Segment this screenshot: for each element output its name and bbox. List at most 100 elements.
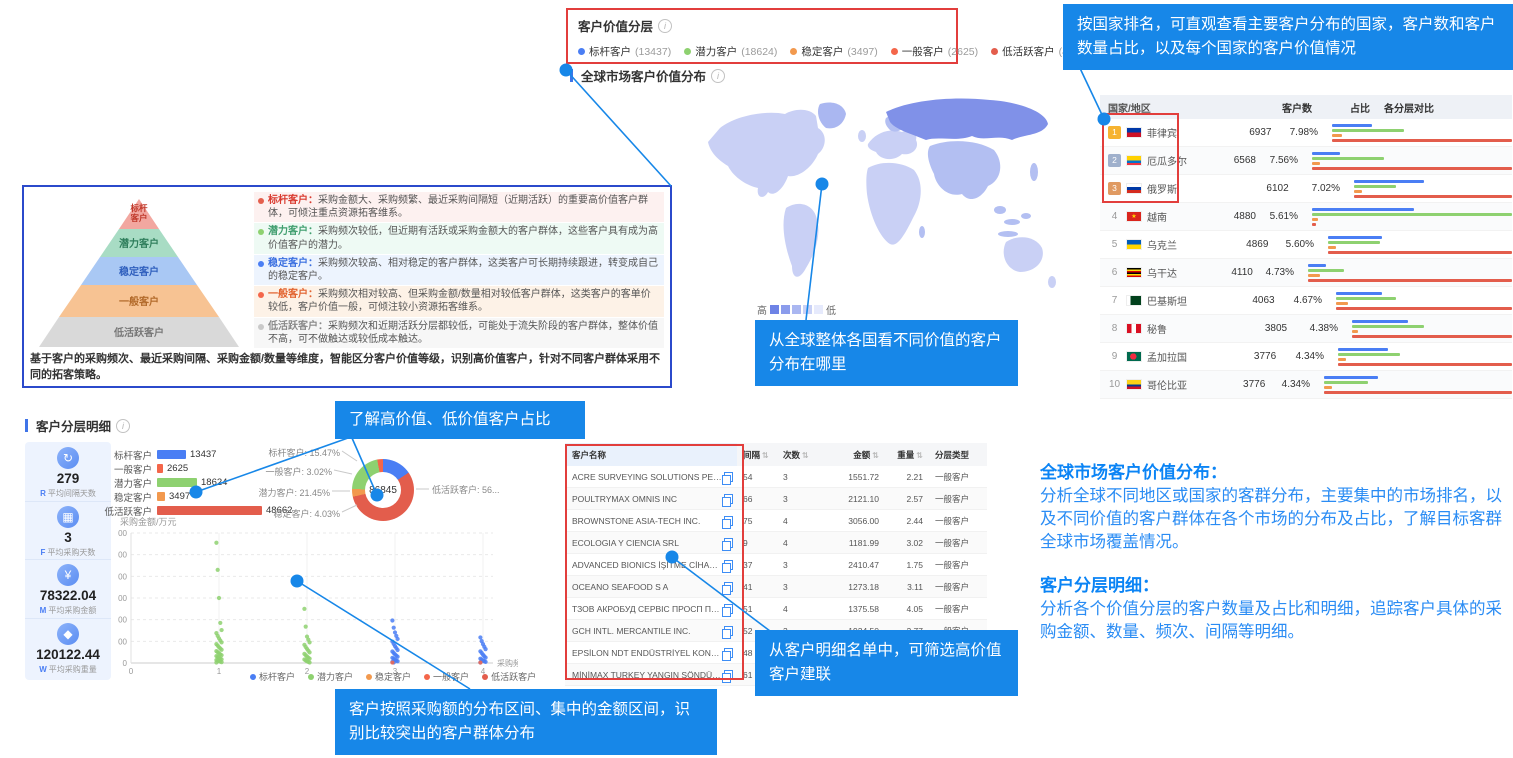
copy-icon[interactable] bbox=[724, 626, 733, 636]
customer-header-次数[interactable]: 次数⇅ bbox=[777, 449, 821, 461]
customer-header-间隔[interactable]: 间隔⇅ bbox=[737, 449, 777, 461]
country-name: 巴基斯坦 bbox=[1147, 293, 1187, 308]
tier-bar bbox=[1336, 302, 1348, 305]
country-row-秘鲁[interactable]: 8秘鲁38054.38% bbox=[1100, 315, 1512, 343]
scatter-legend-潜力客户[interactable]: 潜力客户 bbox=[308, 670, 353, 683]
callout-customer-list: 从客户明细名单中，可筛选高价值客户建联 bbox=[755, 630, 1018, 696]
info-icon[interactable]: i bbox=[711, 69, 725, 83]
info-icon[interactable]: i bbox=[658, 19, 672, 33]
rank-number: 6 bbox=[1108, 267, 1121, 278]
scatter-point-潜力客户[interactable] bbox=[220, 648, 224, 652]
copy-icon[interactable] bbox=[724, 648, 733, 658]
sort-icon[interactable]: ⇅ bbox=[872, 451, 879, 460]
scatter-legend-一般客户[interactable]: 一般客户 bbox=[424, 670, 469, 683]
scatter-point-一般客户[interactable] bbox=[390, 660, 394, 664]
scatter-point-标杆客户[interactable] bbox=[396, 659, 400, 663]
scatter-legend-稳定客户[interactable]: 稳定客户 bbox=[366, 670, 411, 683]
pyramid-layer-label: 低活跃客户 bbox=[113, 326, 164, 339]
legend-item-稳定客户[interactable]: 稳定客户(3497) bbox=[790, 44, 877, 59]
customer-row[interactable]: ADVANCED BIONICS İŞİTME CİHAZLARI TİCARE… bbox=[565, 554, 987, 576]
country-row-厄瓜多尔[interactable]: 2厄瓜多尔65687.56% bbox=[1100, 147, 1512, 175]
copy-icon[interactable] bbox=[724, 582, 733, 592]
customer-row[interactable]: ACRE SURVEYING SOLUTIONS PERU S A C AC54… bbox=[565, 466, 987, 488]
info-icon[interactable]: i bbox=[116, 419, 130, 433]
country-tier-bars bbox=[1318, 122, 1512, 144]
country-row-乌克兰[interactable]: 5乌克兰48695.60% bbox=[1100, 231, 1512, 259]
bar-row-一般客户[interactable]: 一般客户2625 bbox=[95, 462, 385, 475]
customer-times: 4 bbox=[777, 516, 821, 526]
copy-icon[interactable] bbox=[724, 494, 733, 504]
country-customer-count: 4869 bbox=[1220, 239, 1269, 250]
customer-row[interactable]: ТЗОВ АКРОБУД СЕРВІС ПРОСП ПЕРЕМОГИ 91514… bbox=[565, 598, 987, 620]
callout-scatter: 客户按照采购额的分布区间、集中的金额区间，识别比较突出的客户群体分布 bbox=[335, 689, 717, 755]
customer-tier: 一般客户 bbox=[923, 493, 987, 505]
island-madagascar bbox=[919, 226, 925, 238]
scatter-point-潜力客户[interactable] bbox=[308, 640, 312, 644]
country-row-俄罗斯[interactable]: 3俄罗斯61027.02% bbox=[1100, 175, 1512, 203]
copy-icon[interactable] bbox=[724, 538, 733, 548]
customer-name: EPSİLON NDT ENDÜSTRİYEL KONTROL SİSTEMLE… bbox=[572, 648, 722, 658]
map-legend-low-label: 低 bbox=[826, 302, 836, 317]
scatter-point-潜力客户[interactable] bbox=[217, 596, 221, 600]
scatter-point-标杆客户[interactable] bbox=[392, 626, 396, 630]
pyramid-layer-label: 标杆 bbox=[129, 203, 148, 213]
scatter-point-潜力客户[interactable] bbox=[220, 628, 224, 632]
scatter-point-潜力客户[interactable] bbox=[216, 568, 220, 572]
scatter-point-潜力客户[interactable] bbox=[308, 650, 312, 654]
scatter-point-一般客户[interactable] bbox=[478, 660, 482, 664]
copy-icon[interactable] bbox=[724, 604, 733, 614]
map-legend-gradient bbox=[770, 305, 823, 314]
stat-value: 120122.44 bbox=[25, 647, 111, 662]
country-row-越南[interactable]: 4★越南48805.61% bbox=[1100, 203, 1512, 231]
country-row-巴基斯坦[interactable]: 7巴基斯坦40634.67% bbox=[1100, 287, 1512, 315]
scatter-point-潜力客户[interactable] bbox=[220, 640, 224, 644]
legend-item-潜力客户[interactable]: 潜力客户(18624) bbox=[684, 44, 777, 59]
purchase-scatter-plot: 010020030040050060001234采购频次 bbox=[118, 512, 518, 682]
sort-icon[interactable]: ⇅ bbox=[762, 451, 769, 460]
customer-row[interactable]: OCEANO SEAFOOD S A4131273.183.11一般客户 bbox=[565, 576, 987, 598]
customer-row[interactable]: ECOLOGIA Y CIENCIA SRL941181.993.02一般客户 bbox=[565, 532, 987, 554]
customer-header-金额[interactable]: 金额⇅ bbox=[821, 449, 879, 461]
country-row-菲律宾[interactable]: 1菲律宾69377.98% bbox=[1100, 119, 1512, 147]
copy-icon[interactable] bbox=[724, 516, 733, 526]
customer-weight: 2.44 bbox=[879, 516, 923, 526]
scatter-point-潜力客户[interactable] bbox=[304, 625, 308, 629]
bar-row-稳定客户[interactable]: 稳定客户3497 bbox=[95, 490, 385, 503]
customer-row[interactable]: POULTRYMAX OMNIS INC6632121.102.57一般客户 bbox=[565, 488, 987, 510]
copy-icon[interactable] bbox=[724, 472, 733, 482]
pyramid-footer-text: 基于客户的采购频次、最近采购间隔、采购金额/数量等维度，智能区分客户价值等级，识… bbox=[30, 350, 664, 382]
scatter-point-潜力客户[interactable] bbox=[214, 541, 218, 545]
customer-times: 3 bbox=[777, 560, 821, 570]
customer-row[interactable]: BROWNSTONE ASIA-TECH INC.7543056.002.44一… bbox=[565, 510, 987, 532]
customer-header-重量[interactable]: 重量⇅ bbox=[879, 449, 923, 461]
scatter-point-标杆客户[interactable] bbox=[478, 635, 482, 639]
copy-icon[interactable] bbox=[724, 560, 733, 570]
country-row-哥伦比亚[interactable]: 10哥伦比亚37764.34% bbox=[1100, 371, 1512, 399]
scatter-point-标杆客户[interactable] bbox=[396, 648, 400, 652]
country-customer-count: 6937 bbox=[1222, 127, 1272, 138]
sort-icon[interactable]: ⇅ bbox=[802, 451, 809, 460]
scatter-legend-低活跃客户[interactable]: 低活跃客户 bbox=[482, 670, 536, 683]
rank-number: 7 bbox=[1108, 295, 1121, 306]
scatter-point-标杆客户[interactable] bbox=[484, 647, 488, 651]
scatter-point-标杆客户[interactable] bbox=[396, 637, 400, 641]
legend-item-标杆客户[interactable]: 标杆客户(13437) bbox=[578, 44, 671, 59]
scatter-point-潜力客户[interactable] bbox=[220, 660, 224, 664]
scatter-point-标杆客户[interactable] bbox=[390, 618, 394, 622]
bar-row-潜力客户[interactable]: 潜力客户18624 bbox=[95, 476, 385, 489]
country-row-孟加拉国[interactable]: 9孟加拉国37764.34% bbox=[1100, 343, 1512, 371]
scatter-point-潜力客户[interactable] bbox=[308, 660, 312, 664]
tier-description-name: 稳定客户： bbox=[268, 258, 318, 269]
copy-icon[interactable] bbox=[724, 670, 733, 680]
scatter-point-潜力客户[interactable] bbox=[214, 660, 218, 664]
scatter-point-标杆客户[interactable] bbox=[484, 660, 488, 664]
customer-interval: 66 bbox=[737, 494, 777, 504]
scatter-xtick: 1 bbox=[217, 667, 222, 676]
sort-icon[interactable]: ⇅ bbox=[916, 451, 923, 460]
scatter-point-潜力客户[interactable] bbox=[218, 621, 222, 625]
scatter-point-潜力客户[interactable] bbox=[302, 607, 306, 611]
scatter-legend-标杆客户[interactable]: 标杆客户 bbox=[250, 670, 295, 683]
bar-row-标杆客户[interactable]: 标杆客户13437 bbox=[95, 448, 385, 461]
legend-item-一般客户[interactable]: 一般客户(2625) bbox=[891, 44, 978, 59]
country-row-乌干达[interactable]: 6乌干达41104.73% bbox=[1100, 259, 1512, 287]
